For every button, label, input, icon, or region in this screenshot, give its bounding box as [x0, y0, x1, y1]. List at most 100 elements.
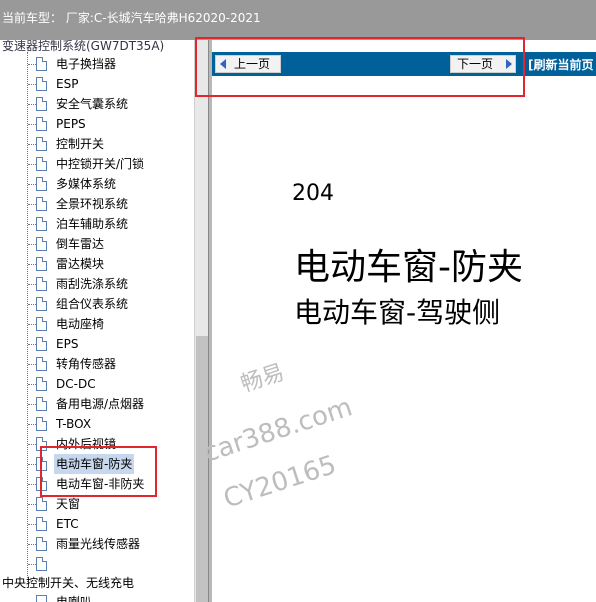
- tree-item[interactable]: 备用电源/点烟器: [0, 394, 194, 414]
- tree-connector: [28, 564, 36, 565]
- top-bar: 当前车型： 厂家:C-长城汽车哈弗H62020-2021: [0, 0, 596, 40]
- document-icon: [36, 277, 47, 291]
- document-icon: [36, 177, 47, 191]
- tree-item[interactable]: ETC: [0, 514, 194, 534]
- tree-item[interactable]: DC-DC: [0, 374, 194, 394]
- tree-item[interactable]: 电子换挡器: [0, 54, 194, 74]
- tree-item-horn[interactable]: 电喇叭: [0, 592, 194, 602]
- tree-connector: [28, 544, 36, 545]
- tree-item[interactable]: [0, 554, 194, 574]
- tree-item-label: 多媒体系统: [56, 177, 117, 191]
- page-number: 204: [292, 181, 334, 206]
- tree-connector: [28, 384, 36, 385]
- tree-item-label: 安全气囊系统: [56, 97, 129, 111]
- tree-connector: [28, 104, 36, 105]
- tree-item[interactable]: 雨刮洗涤系统: [0, 274, 194, 294]
- document-viewer: 上一页 下一页 [刷新当前页 204 电动车窗-防夹 电动车窗-驾驶侧: [212, 40, 596, 602]
- tree-connector: [28, 244, 36, 245]
- document-icon: [36, 257, 47, 271]
- document-icon: [36, 357, 47, 371]
- tree-item[interactable]: PEPS: [0, 114, 194, 134]
- tree-item[interactable]: 安全气囊系统: [0, 94, 194, 114]
- catalog-tree[interactable]: 变速器控制系统(GW7DT35A) 电子换挡器 ESP 安全气囊系统 PEPS 控制开关…: [0, 40, 194, 602]
- tree-item-label: 组合仪表系统: [56, 297, 129, 311]
- tree-connector: [28, 364, 36, 365]
- tree-item-label: 电动座椅: [56, 317, 105, 331]
- tree-item-label: 控制开关: [56, 137, 105, 151]
- tree-connector: [28, 184, 36, 185]
- document-icon: [36, 517, 47, 531]
- tree-connector: [28, 464, 36, 465]
- tree-item-label: ESP: [56, 77, 79, 91]
- tree-item-label: 雨刮洗涤系统: [56, 277, 129, 291]
- tree-connector: [28, 324, 36, 325]
- tree-connector: [28, 504, 36, 505]
- tree-item[interactable]: 多媒体系统: [0, 174, 194, 194]
- tree-connector: [28, 524, 36, 525]
- tree-item[interactable]: ESP: [0, 74, 194, 94]
- tree-connector: [28, 164, 36, 165]
- tree-item[interactable]: 雨量光线传感器: [0, 534, 194, 554]
- tree-item-label: PEPS: [56, 117, 86, 131]
- tree-item-label: 转角传感器: [56, 357, 117, 371]
- tree-item[interactable]: 组合仪表系统: [0, 294, 194, 314]
- tree-item-label: 雷达模块: [56, 257, 105, 271]
- tree-connector: [28, 424, 36, 425]
- tree-item[interactable]: 电动座椅: [0, 314, 194, 334]
- tree-connector: [28, 64, 36, 65]
- tree-item[interactable]: 泊车辅助系统: [0, 214, 194, 234]
- document-icon: [36, 117, 47, 131]
- tree-scrollbar[interactable]: [194, 40, 208, 602]
- tree-parent-central-switch[interactable]: 中央控制开关、无线充电: [2, 574, 134, 591]
- document-icon: [36, 497, 47, 511]
- document-icon: [36, 137, 47, 151]
- tree-item-label: 泊车辅助系统: [56, 217, 129, 231]
- tree-item-label: 倒车雷达: [56, 237, 105, 251]
- document-icon: [36, 197, 47, 211]
- tree-item-label: EPS: [56, 337, 79, 351]
- tree-connector: [28, 284, 36, 285]
- tree-item[interactable]: 中控锁开关/门锁: [0, 154, 194, 174]
- tree-item[interactable]: 转角传感器: [0, 354, 194, 374]
- tree-item[interactable]: 雷达模块: [0, 254, 194, 274]
- tree-item[interactable]: EPS: [0, 334, 194, 354]
- tree-connector: [28, 124, 36, 125]
- document-icon: [36, 417, 47, 431]
- document-icon: [36, 537, 47, 551]
- tree-connector: [28, 204, 36, 205]
- tree-item[interactable]: T-BOX: [0, 414, 194, 434]
- tree-connector: [28, 84, 36, 85]
- document-icon: [36, 217, 47, 231]
- tree-item-label: 天窗: [56, 497, 81, 511]
- refresh-page-link[interactable]: [刷新当前页: [528, 56, 594, 73]
- annotation-highlight-nav: [195, 37, 525, 97]
- document-icon: [36, 595, 47, 602]
- tree-item-label: T-BOX: [56, 417, 92, 431]
- document-icon: [36, 237, 47, 251]
- tree-connector: [28, 264, 36, 265]
- tree-item[interactable]: 天窗: [0, 494, 194, 514]
- document-icon: [36, 97, 47, 111]
- tree-connector: [28, 444, 36, 445]
- document-icon: [36, 317, 47, 331]
- tree-item[interactable]: 全景环视系统: [0, 194, 194, 214]
- document-icon: [36, 77, 47, 91]
- tree-item[interactable]: 控制开关: [0, 134, 194, 154]
- document-icon: [36, 157, 47, 171]
- tree-item-label: 备用电源/点烟器: [56, 397, 145, 411]
- tree-connector: [28, 224, 36, 225]
- scrollbar-thumb[interactable]: [196, 336, 208, 602]
- tree-connector: [28, 144, 36, 145]
- tree-connector: [28, 304, 36, 305]
- document-title: 电动车窗-防夹: [294, 247, 523, 288]
- tree-item[interactable]: 倒车雷达: [0, 234, 194, 254]
- tree-item-label: ETC: [56, 517, 79, 531]
- document-subtitle: 电动车窗-驾驶侧: [294, 296, 501, 329]
- document-icon: [36, 297, 47, 311]
- tree-item-label: 电喇叭: [56, 595, 93, 602]
- document-icon: [36, 377, 47, 391]
- tree-item-label: 雨量光线传感器: [56, 537, 141, 551]
- tree-item-label: DC-DC: [56, 377, 96, 391]
- tree-connector: [28, 484, 36, 485]
- tree-item-label: 电子换挡器: [56, 57, 117, 71]
